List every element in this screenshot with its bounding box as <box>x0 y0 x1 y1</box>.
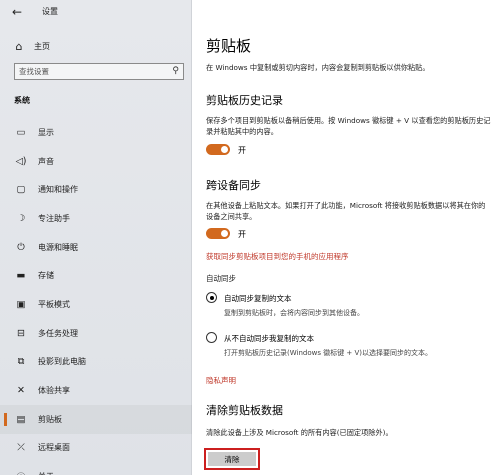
history-toggle[interactable] <box>206 144 230 155</box>
sidebar-item-projecting[interactable]: ⧉ 投影到此电脑 <box>0 348 192 377</box>
tablet-icon: ▣ <box>16 298 26 310</box>
nav-list: ▭ 显示 ◁) 声音 ▢ 通知和操作 ☽ 专注助手 ⏻ 电源和睡眠 ▬ 存储 ▣… <box>0 118 192 475</box>
clear-button[interactable]: 清除 <box>208 452 256 466</box>
sidebar-item-label: 电源和睡眠 <box>38 242 78 252</box>
sidebar-item-label: 剪贴板 <box>38 414 62 424</box>
toggle-knob <box>221 230 228 237</box>
sidebar-item-label: 远程桌面 <box>38 443 70 453</box>
remote-icon: ⤫ <box>17 442 25 454</box>
get-app-link[interactable]: 获取同步剪贴板项目到您的手机的应用程序 <box>206 251 349 262</box>
sidebar-item-storage[interactable]: ▬ 存储 <box>0 261 192 290</box>
share-icon: ✕ <box>17 385 25 397</box>
intro-text: 在 Windows 中复制或剪切内容时，内容会复制到剪贴板以供你粘贴。 <box>206 63 430 72</box>
sync-toggle-label: 开 <box>238 230 246 239</box>
sidebar-item-label: 投影到此电脑 <box>38 357 86 367</box>
page-title: 剪贴板 <box>206 37 252 55</box>
privacy-link[interactable]: 隐私声明 <box>206 375 236 386</box>
sidebar-item-label: 通知和操作 <box>38 185 78 195</box>
multitask-icon: ⊟ <box>17 327 25 339</box>
title-bar: ← 设置 <box>0 0 192 24</box>
sidebar-item-multitasking[interactable]: ⊟ 多任务处理 <box>0 319 192 348</box>
speaker-icon: ◁) <box>15 155 27 167</box>
sidebar-item-label: 声音 <box>38 156 54 166</box>
sidebar-item-sound[interactable]: ◁) 声音 <box>0 147 192 176</box>
power-icon: ⏻ <box>17 241 25 253</box>
sidebar-item-clipboard[interactable]: ▤ 剪贴板 <box>0 404 192 434</box>
radio-never-sync-label[interactable]: 从不自动同步我复制的文本 <box>224 333 314 344</box>
sidebar-item-power[interactable]: ⏻ 电源和睡眠 <box>0 233 192 262</box>
nav-home[interactable]: ⌂ 主页 <box>12 38 51 54</box>
sidebar-item-remote-desktop[interactable]: ⤫ 远程桌面 <box>0 434 192 463</box>
search-icon[interactable]: ⚲ <box>172 66 179 76</box>
sidebar-item-about[interactable]: ⓘ 关于 <box>0 462 192 475</box>
clipboard-icon: ▤ <box>16 413 26 425</box>
radio-never-sync[interactable] <box>206 332 217 343</box>
radio-auto-sync[interactable] <box>206 292 217 303</box>
sidebar-item-focus-assist[interactable]: ☽ 专注助手 <box>0 204 192 233</box>
sidebar-item-notifications[interactable]: ▢ 通知和操作 <box>0 175 192 204</box>
radio-auto-sync-label[interactable]: 自动同步复制的文本 <box>224 293 292 304</box>
sidebar-item-label: 多任务处理 <box>38 328 78 338</box>
home-icon: ⌂ <box>15 39 23 53</box>
sidebar-item-label: 平板模式 <box>38 299 70 309</box>
sidebar-item-label: 显示 <box>38 127 54 137</box>
sidebar-item-shared-experiences[interactable]: ✕ 体验共享 <box>0 376 192 405</box>
nav-home-label: 主页 <box>34 41 50 51</box>
window-title: 设置 <box>42 7 58 16</box>
history-heading: 剪贴板历史记录 <box>206 94 283 107</box>
sidebar-item-label: 存储 <box>38 271 54 281</box>
clear-desc: 清除此设备上涉及 Microsoft 的所有内容(已固定项除外)。 <box>206 428 393 437</box>
sidebar: ← 设置 ⌂ 主页 ⚲ 系统 ▭ 显示 ◁) 声音 ▢ 通知和操作 ☽ 专注助手… <box>0 0 192 475</box>
main-content: 剪贴板 在 Windows 中复制或剪切内容时，内容会复制到剪贴板以供你粘贴。 … <box>192 0 500 475</box>
auto-sync-label: 自动同步 <box>206 274 236 283</box>
info-icon: ⓘ <box>14 470 28 475</box>
display-icon: ▭ <box>16 126 26 138</box>
project-icon: ⧉ <box>17 356 25 368</box>
history-toggle-label: 开 <box>238 146 246 155</box>
section-label: 系统 <box>14 96 30 105</box>
sidebar-item-label: 体验共享 <box>38 386 70 396</box>
notification-icon: ▢ <box>16 184 26 196</box>
radio-auto-sync-desc: 复制到剪贴板时，会将内容同步到其他设备。 <box>224 309 364 317</box>
search-box[interactable]: ⚲ <box>14 63 184 80</box>
moon-icon: ☽ <box>16 212 26 224</box>
search-input[interactable] <box>15 64 165 79</box>
sync-heading: 跨设备同步 <box>206 179 261 192</box>
clear-heading: 清除剪贴板数据 <box>206 404 283 417</box>
back-button[interactable]: ← <box>8 4 26 20</box>
sidebar-item-label: 专注助手 <box>38 213 70 223</box>
sync-desc: 在其他设备上粘贴文本。如果打开了此功能，Microsoft 将接收剪贴板数据以将… <box>206 201 486 221</box>
sidebar-item-display[interactable]: ▭ 显示 <box>0 118 192 147</box>
sync-toggle[interactable] <box>206 228 230 239</box>
clear-button-highlight: 清除 <box>204 448 260 470</box>
sidebar-item-tablet[interactable]: ▣ 平板模式 <box>0 290 192 319</box>
history-desc: 保存多个项目到剪贴板以备稍后使用。按 Windows 徽标键 + V 以查看您的… <box>206 116 491 136</box>
radio-never-sync-desc: 打开剪贴板历史记录(Windows 徽标键 + V)以选择要同步的文本。 <box>224 349 433 357</box>
storage-icon: ▬ <box>16 270 26 282</box>
sidebar-item-label: 关于 <box>38 471 54 475</box>
toggle-knob <box>221 146 228 153</box>
arrow-left-icon: ← <box>11 5 23 19</box>
